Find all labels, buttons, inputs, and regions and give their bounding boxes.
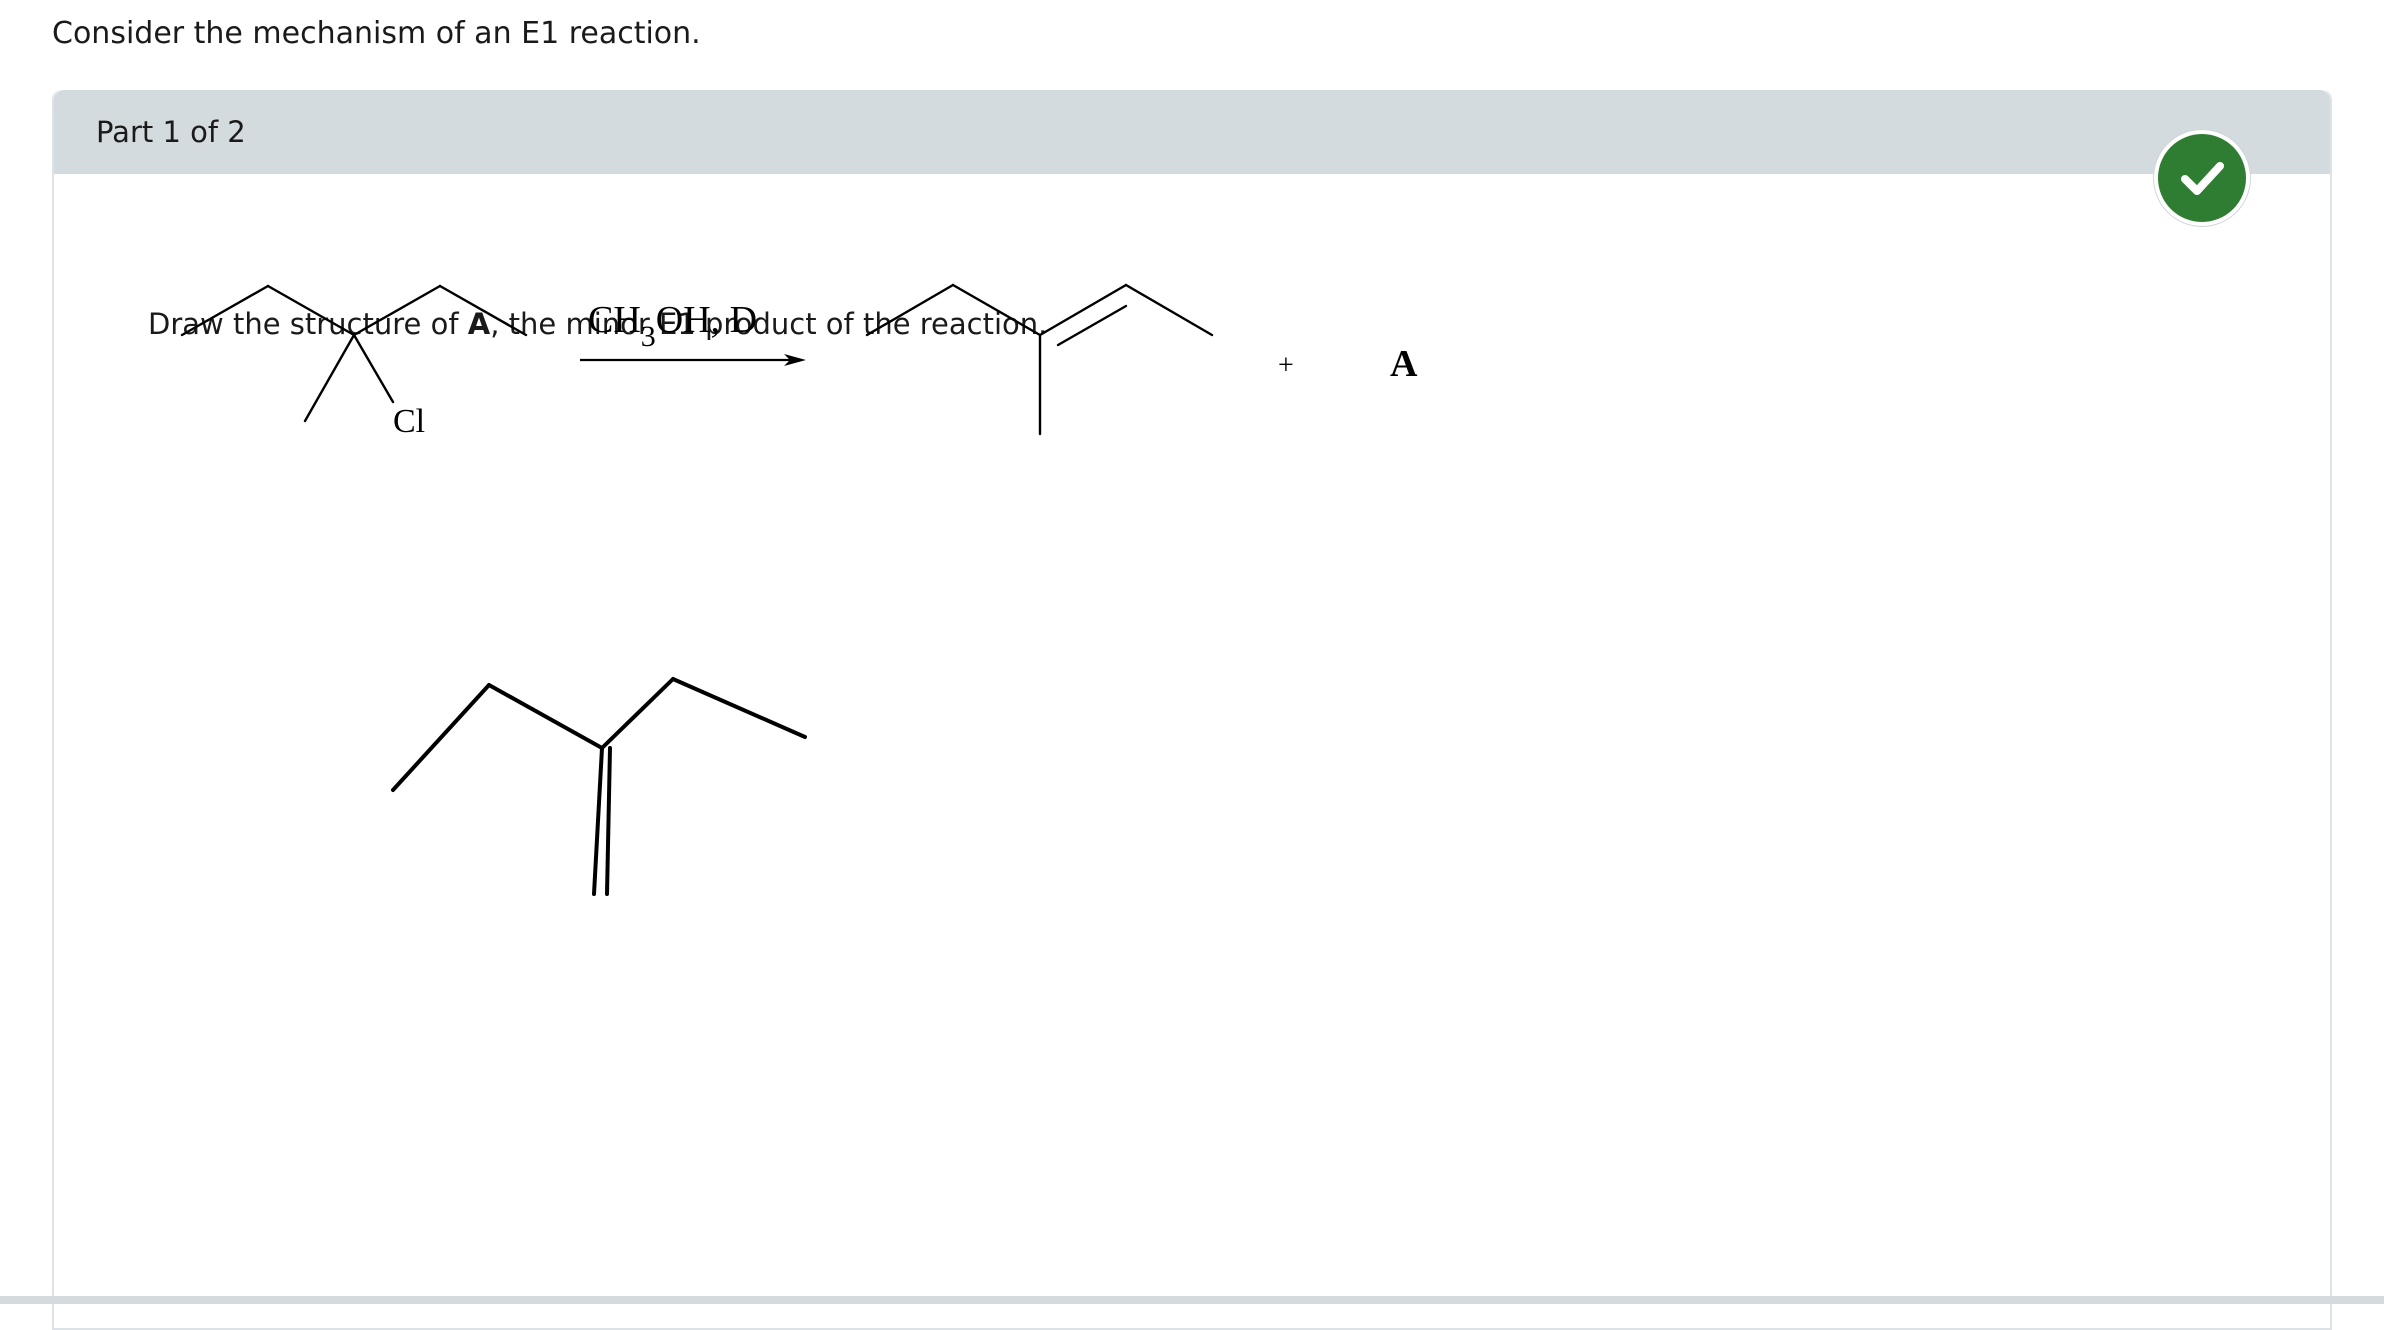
major-product-structure bbox=[865, 283, 1214, 436]
reactant-chlorine-label: Cl bbox=[393, 403, 425, 440]
reactant-structure bbox=[180, 284, 528, 423]
reaction-arrow bbox=[580, 354, 806, 366]
bottom-scroll-edge bbox=[0, 1296, 2384, 1304]
plus-sign: + bbox=[1278, 350, 1294, 381]
answer-structure-drawing[interactable] bbox=[391, 677, 807, 896]
reagent-rest: OH, D bbox=[656, 299, 757, 341]
reagent-label: CH3OH, D bbox=[588, 299, 757, 353]
product-a-label: A bbox=[1390, 343, 1418, 385]
reaction-scheme: Cl CH3OH, D + A bbox=[180, 283, 1418, 896]
reagent-main: CH bbox=[588, 299, 641, 341]
reagent-subscript: 3 bbox=[641, 320, 656, 353]
